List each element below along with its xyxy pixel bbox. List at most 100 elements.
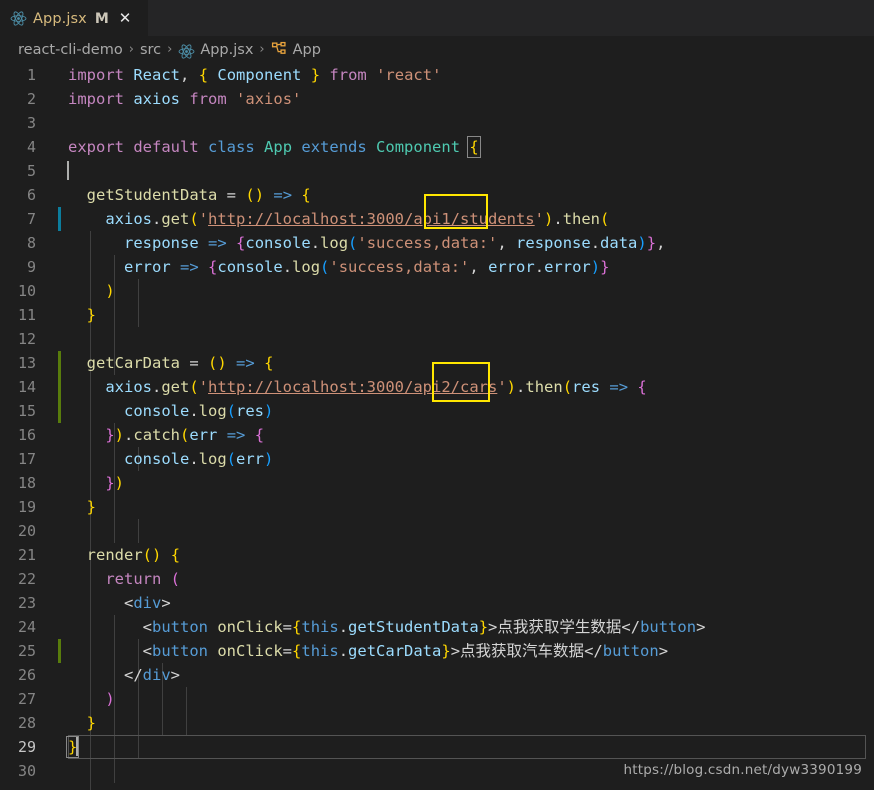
line-content: return ( <box>105 570 181 588</box>
line-content: } <box>86 498 97 516</box>
line-number: 28 <box>17 714 36 732</box>
line-number: 7 <box>26 210 36 228</box>
url-link-api2[interactable]: http://localhost:3000/api2/cars <box>208 378 497 396</box>
breadcrumb-label: App.jsx <box>200 41 254 58</box>
code-line: 17 console.log(err) <box>0 447 874 471</box>
line-number: 9 <box>26 258 36 276</box>
line-number: 8 <box>26 234 36 252</box>
line-content: export default class App extends Compone… <box>68 136 481 158</box>
code-line: 25 <button onClick={this.getCarData}>点我获… <box>0 639 874 663</box>
line-content: render() { <box>86 546 181 564</box>
chevron-right-icon: › <box>259 42 265 57</box>
class-symbol-icon <box>271 41 288 59</box>
code-line: 13 getCarData = () => { <box>0 351 874 375</box>
code-line: 21 render() { <box>0 543 874 567</box>
line-content: import axios from 'axios' <box>68 90 302 108</box>
code-line: 9 error => {console.log('success,data:',… <box>0 255 874 279</box>
chevron-right-icon: › <box>167 42 173 57</box>
url-link-api1[interactable]: http://localhost:3000/api1/students <box>208 210 535 228</box>
line-number: 27 <box>17 690 36 708</box>
code-line: 16 }).catch(err => { <box>0 423 874 447</box>
line-number: 2 <box>26 90 36 108</box>
line-number: 14 <box>17 378 36 396</box>
tab-label: App.jsx <box>33 10 87 27</box>
code-line: 24 <button onClick={this.getStudentData}… <box>0 615 874 639</box>
breadcrumb-label: src <box>139 41 162 58</box>
code-line: 2 import axios from 'axios' <box>0 87 874 111</box>
line-number: 23 <box>17 594 36 612</box>
code-line: 1 import React, { Component } from 'reac… <box>0 63 874 87</box>
editor-tab-bar: App.jsx M ✕ <box>0 0 874 36</box>
code-line: 4 export default class App extends Compo… <box>0 135 874 159</box>
breadcrumb-item-src[interactable]: src <box>140 42 161 58</box>
code-line: 3 <box>0 111 874 135</box>
text-cursor <box>67 161 69 180</box>
line-number: 4 <box>26 138 36 156</box>
jsx-button-text: 点我获取汽车数据 <box>460 642 585 660</box>
line-content: } <box>86 714 97 732</box>
line-content <box>46 159 874 183</box>
line-number: 20 <box>17 522 36 540</box>
code-editor[interactable]: 1 import React, { Component } from 'reac… <box>0 63 874 790</box>
line-content: response => {console.log('success,data:'… <box>124 234 666 252</box>
close-icon[interactable]: ✕ <box>119 11 132 26</box>
line-content: }) <box>105 474 125 492</box>
line-content: <div> <box>124 594 171 612</box>
breadcrumb: react-cli-demo › src › App.jsx › App <box>0 36 874 63</box>
line-content: ) <box>105 282 115 300</box>
line-number: 21 <box>17 546 36 564</box>
line-number: 12 <box>17 330 36 348</box>
line-number: 3 <box>26 114 36 132</box>
code-line: 8 response => {console.log('success,data… <box>0 231 874 255</box>
line-content: getCarData = () => { <box>86 354 274 372</box>
line-content: axios.get('http://localhost:3000/api2/ca… <box>105 378 647 396</box>
code-line: 18 }) <box>0 471 874 495</box>
code-lines: 1 import React, { Component } from 'reac… <box>0 63 874 783</box>
line-number: 16 <box>17 426 36 444</box>
line-content: console.log(err) <box>124 450 274 468</box>
breadcrumb-label: App <box>292 41 321 58</box>
line-number: 26 <box>17 666 36 684</box>
line-number: 5 <box>26 162 36 180</box>
code-line: 19 } <box>0 495 874 519</box>
line-content: }).catch(err => { <box>105 426 265 444</box>
line-number: 13 <box>17 354 36 372</box>
line-number: 11 <box>17 306 36 324</box>
code-line: 10 ) <box>0 279 874 303</box>
code-line: 7 axios.get('http://localhost:3000/api1/… <box>0 207 874 231</box>
chevron-right-icon: › <box>128 42 134 57</box>
code-line: 5 <box>0 159 874 183</box>
line-number: 15 <box>17 402 36 420</box>
line-number: 25 <box>17 642 36 660</box>
watermark: https://blog.csdn.net/dyw3390199 <box>623 762 862 778</box>
line-content: import React, { Component } from 'react' <box>68 66 442 84</box>
line-content: } <box>86 306 97 324</box>
code-line: 27 ) <box>0 687 874 711</box>
code-line: 28 } <box>0 711 874 735</box>
line-number: 10 <box>17 282 36 300</box>
line-number: 18 <box>17 474 36 492</box>
code-line-active: 29 } <box>0 735 874 759</box>
tab-app-jsx[interactable]: App.jsx M ✕ <box>0 0 148 36</box>
line-number: 24 <box>17 618 36 636</box>
line-number: 1 <box>26 66 36 84</box>
jsx-button-text: 点我获取学生数据 <box>497 618 622 636</box>
line-content: </div> <box>124 666 181 684</box>
breadcrumb-item-symbol[interactable]: App <box>271 41 321 59</box>
breadcrumb-item-file[interactable]: App.jsx <box>178 41 254 59</box>
code-line: 6 getStudentData = () => { <box>0 183 874 207</box>
breadcrumb-item-project[interactable]: react-cli-demo <box>18 42 123 58</box>
code-line: 23 <div> <box>0 591 874 615</box>
line-content: console.log(res) <box>124 402 274 420</box>
code-line: 22 return ( <box>0 567 874 591</box>
code-line: 11 } <box>0 303 874 327</box>
react-file-icon <box>10 10 27 27</box>
text-cursor <box>76 737 79 756</box>
line-content: <button onClick={this.getStudentData}>点我… <box>142 618 706 636</box>
line-content: ) <box>105 690 115 708</box>
code-line: 26 </div> <box>0 663 874 687</box>
line-content: <button onClick={this.getCarData}>点我获取汽车… <box>142 642 669 660</box>
line-content: getStudentData = () => { <box>86 186 311 204</box>
line-number: 19 <box>17 498 36 516</box>
code-line: 15 console.log(res) <box>0 399 874 423</box>
